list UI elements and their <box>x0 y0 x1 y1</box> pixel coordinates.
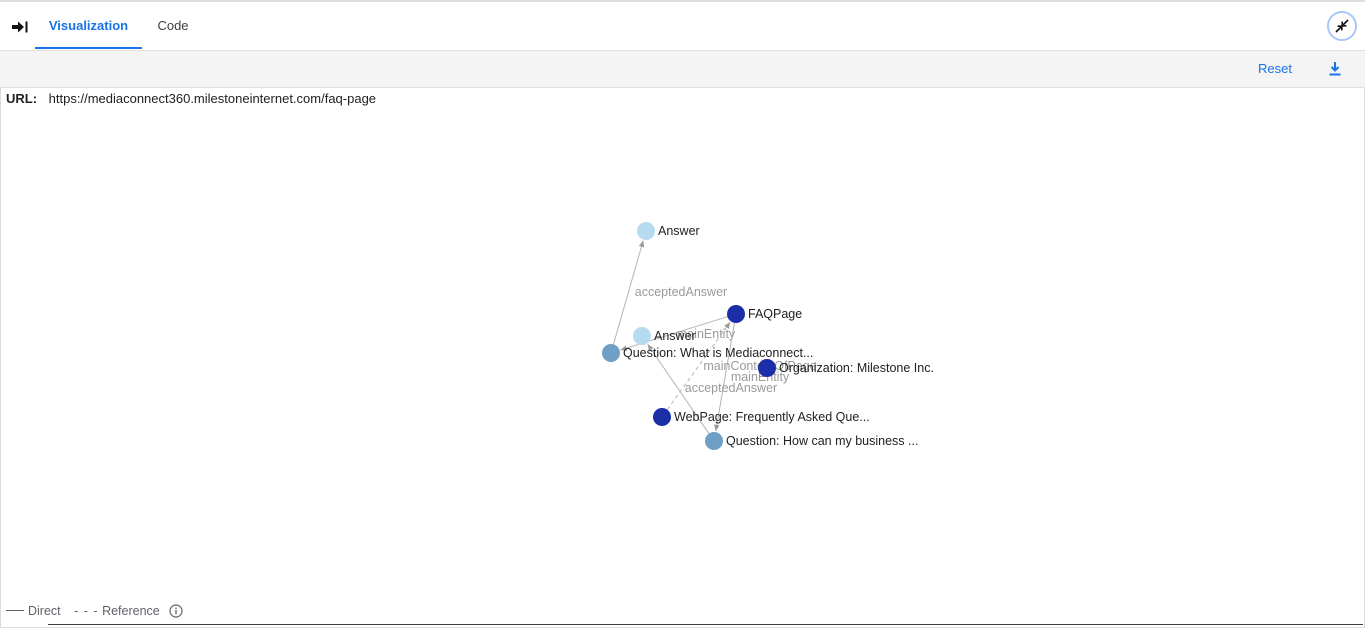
bottom-divider <box>48 624 1363 625</box>
tab-visualization[interactable]: Visualization <box>35 2 142 49</box>
graph-node-label: Answer <box>658 224 700 238</box>
graph-node-label: WebPage: Frequently Asked Que... <box>674 410 870 424</box>
direct-line-sample <box>6 610 24 612</box>
graph-node-label: FAQPage <box>748 307 802 321</box>
legend-reference-label: Reference <box>102 603 160 618</box>
reset-button[interactable]: Reset <box>1258 61 1292 76</box>
tab-code[interactable]: Code <box>150 2 196 49</box>
graph-node-circle[interactable] <box>758 359 776 377</box>
tab-bar: Visualization Code <box>0 2 1365 51</box>
download-icon <box>1329 62 1341 76</box>
graph-node-circle[interactable] <box>602 344 620 362</box>
graph-node-label: Question: What is Mediaconnect... <box>623 346 813 360</box>
arrow-right-bar-icon <box>12 21 28 33</box>
graph-edge-label: acceptedAnswer <box>685 381 777 395</box>
graph-toolbar: Reset <box>0 51 1365 88</box>
download-button[interactable] <box>1326 60 1344 78</box>
graph-node-label: Question: How can my business ... <box>726 434 918 448</box>
legend-direct-label: Direct <box>28 603 61 618</box>
graph-node-answer1[interactable]: Answer <box>637 222 700 240</box>
graph-canvas[interactable]: acceptedAnswermainEntitymainEntityaccept… <box>0 88 1365 598</box>
reference-dash-sample: - - - <box>74 603 99 618</box>
fullscreen-exit-icon <box>1335 19 1349 33</box>
graph-node-label: Answer <box>654 329 696 343</box>
graph-node-circle[interactable] <box>633 327 651 345</box>
graph-node-faqpage[interactable]: FAQPage <box>727 305 802 323</box>
graph-node-webpage[interactable]: WebPage: Frequently Asked Que... <box>653 408 870 426</box>
collapse-panel-button[interactable] <box>10 18 30 36</box>
graph-node-circle[interactable] <box>653 408 671 426</box>
graph-node-question1[interactable]: Question: What is Mediaconnect... <box>602 344 813 362</box>
graph-edge-label: acceptedAnswer <box>635 285 727 299</box>
exit-fullscreen-button[interactable] <box>1327 11 1357 41</box>
graph-node-answer2[interactable]: Answer <box>633 327 696 345</box>
graph-node-organization[interactable]: Organization: Milestone Inc. <box>758 359 934 377</box>
graph-node-circle[interactable] <box>727 305 745 323</box>
graph-node-circle[interactable] <box>637 222 655 240</box>
graph-node-label: Organization: Milestone Inc. <box>779 361 934 375</box>
graph-legend: Direct - - - Reference <box>6 603 183 619</box>
graph-node-circle[interactable] <box>705 432 723 450</box>
graph-node-question2[interactable]: Question: How can my business ... <box>705 432 918 450</box>
info-icon[interactable] <box>169 604 183 618</box>
